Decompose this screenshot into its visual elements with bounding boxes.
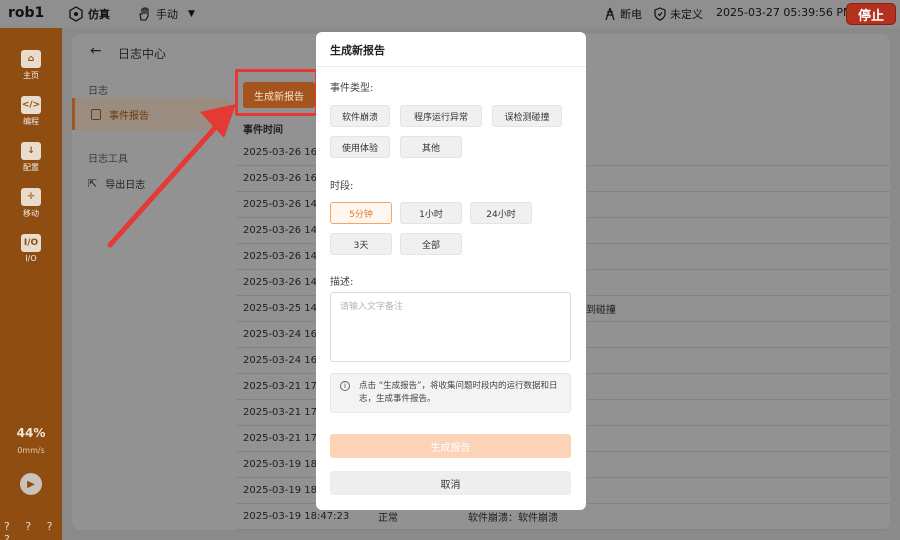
power-status: 断电 <box>604 6 642 22</box>
event-type-chip[interactable]: 使用体验 <box>330 136 390 158</box>
left-dock: ⌂ 主页 </> 编程 ↓ 配置 ✛ 移动 I/O I/O 44% 0mm/s … <box>0 28 62 540</box>
document-icon <box>91 108 101 120</box>
speed-value: 0mm/s <box>17 446 45 455</box>
mode-selector[interactable]: 仿真 <box>68 6 110 22</box>
row-time: 2025-03-19 18:47:23 <box>243 511 350 522</box>
period-chip[interactable]: 1小时 <box>400 202 462 224</box>
row-time: 2025-03-24 16:4 <box>243 329 327 340</box>
simulation-icon <box>69 6 83 22</box>
export-icon: ⇱ <box>88 176 98 190</box>
datetime: 2025-03-27 05:39:56 PM <box>716 6 853 19</box>
description-input[interactable]: 请输入文字备注 <box>330 292 571 362</box>
cancel-button[interactable]: 取消 <box>330 471 571 495</box>
control-mode-dropdown[interactable]: 手动 ▼ <box>136 6 195 22</box>
control-mode-label: 手动 <box>156 8 178 21</box>
dock-item-move[interactable]: ✛ 移动 <box>0 188 62 219</box>
row-time: 2025-03-26 16:0 <box>243 173 327 184</box>
divider <box>316 66 586 67</box>
row-time: 2025-03-19 18:4 <box>243 459 327 470</box>
row-time: 2025-03-19 18:4 <box>243 485 327 496</box>
sidebar-item-export[interactable]: ⇱ 导出日志 <box>72 167 230 199</box>
dock-item-io[interactable]: I/O I/O <box>0 234 62 263</box>
stop-button[interactable]: 停止 <box>846 3 896 25</box>
robot-name[interactable]: rob1 <box>8 5 44 21</box>
dock-item-label: I/O <box>25 254 37 263</box>
speed-percent[interactable]: 44% <box>0 426 62 440</box>
period-chip[interactable]: 24小时 <box>470 202 532 224</box>
hand-icon <box>139 7 149 21</box>
power-status-label: 断电 <box>620 8 642 21</box>
event-type-chip[interactable]: 误检测碰撞 <box>492 105 562 127</box>
dialog-title: 生成新报告 <box>330 44 385 57</box>
play-icon: ▶ <box>27 478 35 490</box>
sidebar-item-label: 导出日志 <box>105 179 146 191</box>
chevron-down-icon: ▼ <box>188 9 195 19</box>
coordinate-status-label: 未定义 <box>670 8 703 21</box>
row-time: 2025-03-21 17:4 <box>243 433 327 444</box>
coordinate-status: 未定义 <box>654 6 703 22</box>
dock-item-label: 主页 <box>23 71 39 80</box>
dock-item-config[interactable]: ↓ 配置 <box>0 142 62 173</box>
code-icon: </> <box>21 96 41 114</box>
generate-report-dialog: 生成新报告 事件类型: 软件崩溃 程序运行异常 误检测碰撞 使用体验 其他 时段… <box>316 32 586 510</box>
power-tower-icon <box>605 7 615 21</box>
sidebar-item-event-report[interactable]: 事件报告 <box>72 98 230 130</box>
sidebar-item-label: 事件报告 <box>109 110 149 122</box>
row-desc: 软件崩溃：软件崩溃 <box>468 513 558 524</box>
shield-icon <box>654 7 666 21</box>
info-text: 点击 “生成报告”，将收集问题时段内的运行数据和日志，生成事件报告。 <box>359 381 558 404</box>
row-time: 2025-03-26 14:4 <box>243 225 327 236</box>
dock-item-program[interactable]: </> 编程 <box>0 96 62 127</box>
submit-report-button[interactable]: 生成报告 <box>330 434 571 458</box>
row-time: 2025-03-21 17:4 <box>243 407 327 418</box>
period-label: 时段: <box>330 181 354 192</box>
home-icon: ⌂ <box>21 50 41 68</box>
page-title: 日志中心 <box>118 47 167 61</box>
description-label: 描述: <box>330 277 354 288</box>
dock-item-label: 配置 <box>23 163 39 172</box>
event-type-label: 事件类型: <box>330 83 374 94</box>
column-header-time: 事件时间 <box>243 124 283 136</box>
period-chip-selected[interactable]: 5分钟 <box>330 202 392 224</box>
event-type-chip[interactable]: 其他 <box>400 136 462 158</box>
dock-item-label: 移动 <box>23 209 39 218</box>
row-time: 2025-03-21 17:4 <box>243 381 327 392</box>
row-time: 2025-03-26 16:0 <box>243 147 327 158</box>
move-icon: ✛ <box>21 188 41 206</box>
period-chip[interactable]: 3天 <box>330 233 392 255</box>
sidebar-section-log: 日志 <box>88 86 108 97</box>
info-notice: i 点击 “生成报告”，将收集问题时段内的运行数据和日志，生成事件报告。 <box>330 373 571 413</box>
io-icon: I/O <box>21 234 41 252</box>
info-icon: i <box>340 381 350 391</box>
row-time: 2025-03-24 16:4 <box>243 355 327 366</box>
sidebar-section-tools: 日志工具 <box>88 154 128 165</box>
event-type-chip[interactable]: 软件崩溃 <box>330 105 390 127</box>
row-time: 2025-03-26 14:4 <box>243 199 327 210</box>
row-time: 2025-03-26 14:3 <box>243 251 327 262</box>
play-button[interactable]: ▶ <box>20 473 42 495</box>
dock-item-home[interactable]: ⌂ 主页 <box>0 50 62 81</box>
help-indicators[interactable]: ? ? ? ? <box>4 520 62 540</box>
highlight-box <box>235 69 318 116</box>
dock-item-label: 编程 <box>23 117 39 126</box>
mode-label: 仿真 <box>88 8 110 21</box>
period-chip[interactable]: 全部 <box>400 233 462 255</box>
row-time: 2025-03-25 14:3 <box>243 303 327 314</box>
row-time: 2025-03-26 14:3 <box>243 277 327 288</box>
back-arrow-icon[interactable]: ← <box>90 43 102 59</box>
top-bar: rob1 仿真 手动 ▼ 断电 未定义 2025-03-27 05:39:56 … <box>0 0 900 28</box>
row-status: 正常 <box>378 513 398 524</box>
event-type-chip[interactable]: 程序运行异常 <box>400 105 482 127</box>
download-icon: ↓ <box>21 142 41 160</box>
